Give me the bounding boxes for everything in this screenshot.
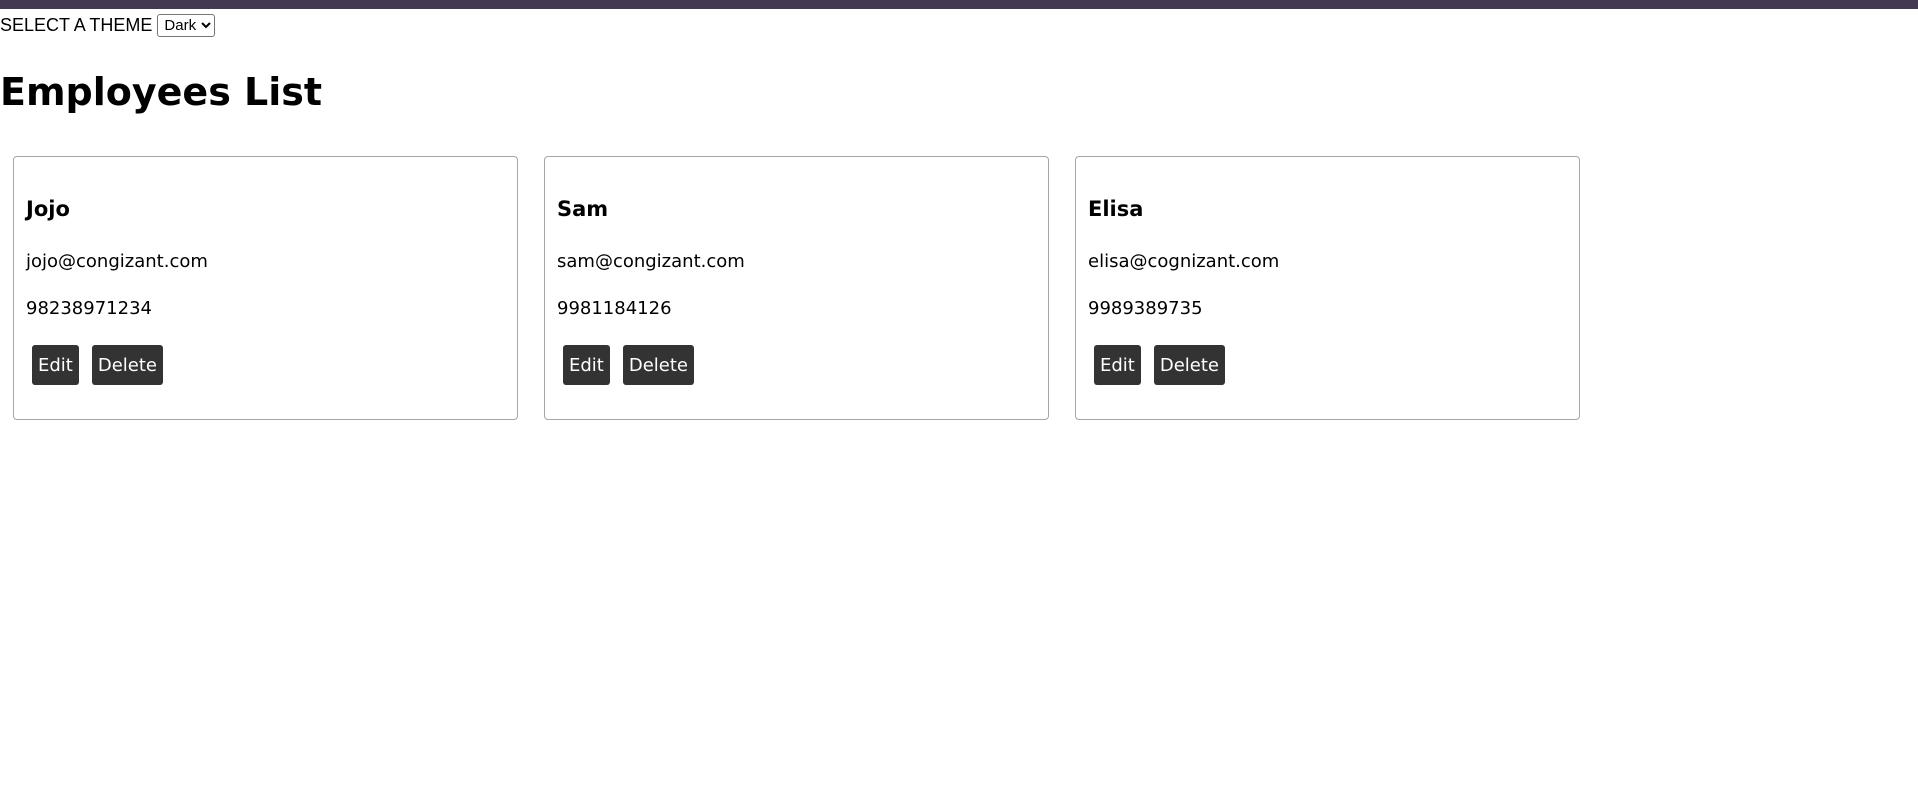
employee-card: Elisa elisa@cognizant.com 9989389735 Edi… bbox=[1075, 156, 1580, 420]
theme-label: SELECT A THEME bbox=[0, 14, 153, 35]
employee-card: Sam sam@congizant.com 9981184126 Edit De… bbox=[544, 156, 1049, 420]
employee-card: Jojo jojo@congizant.com 98238971234 Edit… bbox=[13, 156, 518, 420]
edit-button[interactable]: Edit bbox=[32, 345, 79, 385]
edit-button[interactable]: Edit bbox=[563, 345, 610, 385]
employee-email: jojo@congizant.com bbox=[26, 251, 208, 272]
employee-actions: Edit Delete bbox=[1094, 345, 1226, 385]
employee-email: sam@congizant.com bbox=[557, 251, 745, 272]
employee-email: elisa@cognizant.com bbox=[1088, 251, 1280, 272]
employee-name: Jojo bbox=[26, 197, 70, 221]
page-title: Employees List bbox=[0, 70, 323, 114]
employee-name: Sam bbox=[557, 197, 609, 221]
delete-button[interactable]: Delete bbox=[91, 345, 164, 385]
employee-phone: 98238971234 bbox=[26, 298, 152, 319]
theme-selector-row: SELECT A THEME Dark bbox=[0, 13, 216, 37]
delete-button[interactable]: Delete bbox=[622, 345, 695, 385]
delete-button[interactable]: Delete bbox=[1153, 345, 1226, 385]
employee-actions: Edit Delete bbox=[32, 345, 164, 385]
theme-select[interactable]: Dark bbox=[157, 13, 216, 37]
edit-button[interactable]: Edit bbox=[1094, 345, 1141, 385]
employee-card-list: Jojo jojo@congizant.com 98238971234 Edit… bbox=[13, 156, 1580, 420]
employee-name: Elisa bbox=[1088, 197, 1144, 221]
employee-phone: 9989389735 bbox=[1088, 298, 1203, 319]
employee-phone: 9981184126 bbox=[557, 298, 672, 319]
top-accent-bar bbox=[0, 0, 1918, 9]
employee-actions: Edit Delete bbox=[563, 345, 695, 385]
